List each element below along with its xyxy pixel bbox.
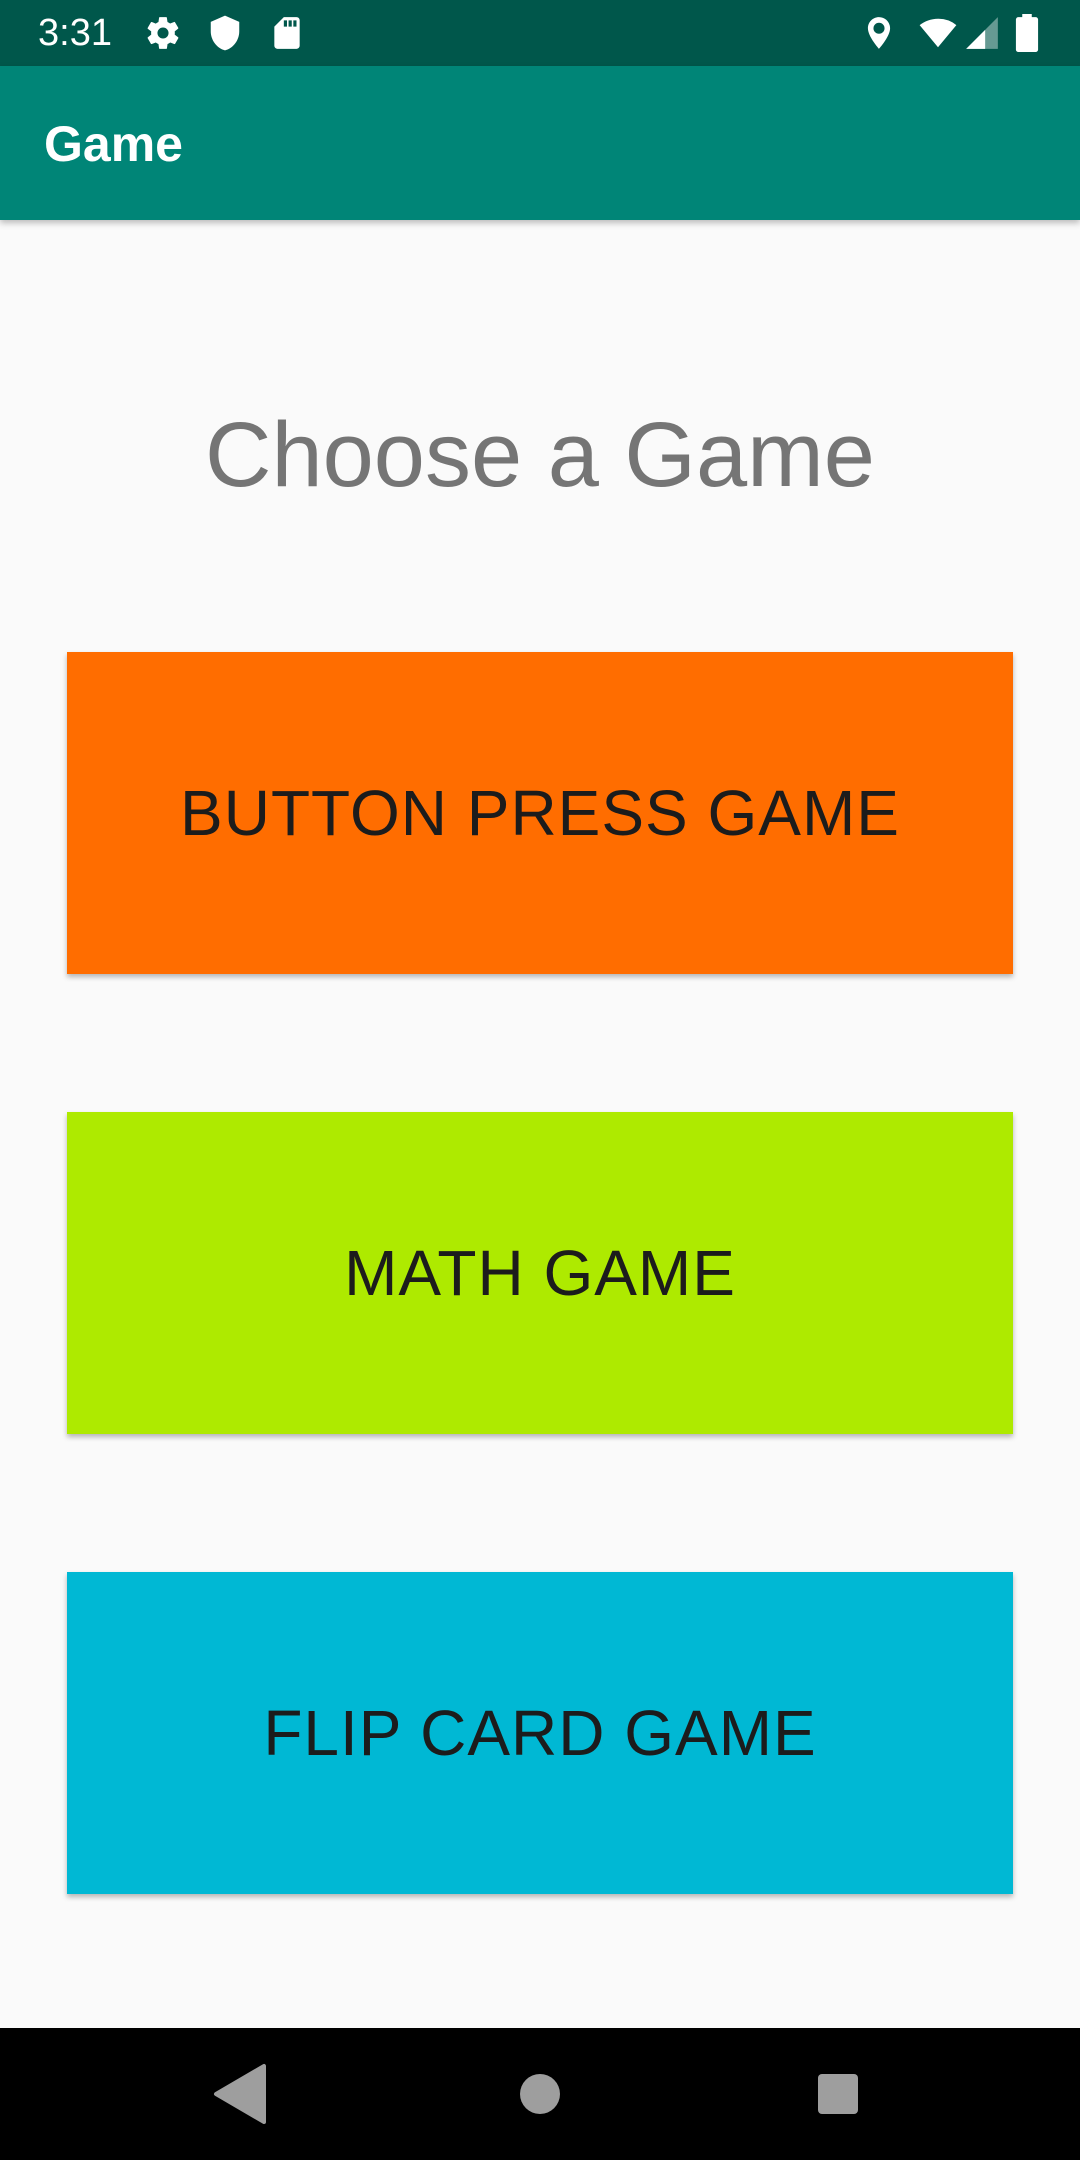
button-press-game-button[interactable]: BUTTON PRESS GAME xyxy=(67,652,1013,974)
page-heading: Choose a Game xyxy=(205,404,875,506)
navigation-bar xyxy=(0,2028,1080,2160)
sd-card-icon xyxy=(274,17,300,49)
app-title: Game xyxy=(44,116,183,172)
flip-card-game-button[interactable]: FLIP CARD GAME xyxy=(67,1572,1013,1894)
screen: 3:31 Game Choose a Game BUTTON PRESS GAM… xyxy=(0,0,1080,2160)
recents-icon[interactable] xyxy=(798,2054,878,2134)
home-icon[interactable] xyxy=(500,2054,580,2134)
back-icon[interactable] xyxy=(200,2054,280,2134)
location-icon xyxy=(867,17,891,49)
shield-icon xyxy=(210,15,240,51)
battery-icon xyxy=(1015,14,1039,52)
cell-signal-icon xyxy=(966,17,998,49)
math-game-button[interactable]: MATH GAME xyxy=(67,1112,1013,1434)
wifi-icon xyxy=(919,18,957,48)
status-time: 3:31 xyxy=(38,12,112,54)
settings-icon xyxy=(147,17,179,49)
app-bar: Game xyxy=(0,66,1080,220)
status-bar: 3:31 xyxy=(0,0,1080,66)
